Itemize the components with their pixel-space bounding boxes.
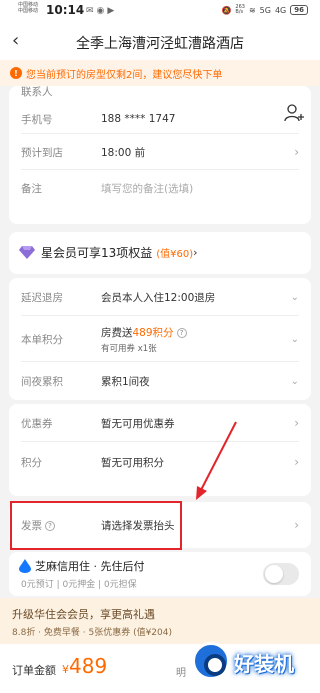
sesame-sub: 0元预订 | 0元押金 | 0元担保 — [21, 580, 137, 590]
carrier-info: 中国移动 中国移动 — [18, 2, 38, 14]
nights-row[interactable]: 间夜累积 累积1间夜 ⌄ — [9, 362, 311, 400]
message-icon: ✉ — [86, 6, 97, 16]
order-amount: ¥489 — [62, 654, 107, 678]
chevron-right-icon: › — [294, 518, 299, 532]
contact-row[interactable]: 联系人 — [9, 86, 311, 104]
watermark: 好装机 — [184, 636, 320, 692]
chevron-down-icon: ⌄ — [290, 333, 299, 345]
benefits-card: 延迟退房 会员本人入住12:00退房 ⌄ 本单积分 房费送489积分? 有可用券… — [9, 278, 311, 400]
arrival-label: 预计到店 — [21, 146, 63, 159]
points-label: 本单积分 — [21, 333, 63, 346]
note-input[interactable]: 填写您的备注(选填) — [101, 181, 193, 196]
amount-label: 订单金额 — [12, 664, 56, 677]
points-highlight: 489积分 — [132, 326, 174, 339]
notice-text: 您当前预订的房型仅剩2间，建议您尽快下单 — [26, 69, 223, 81]
upsell-line: 8.8折 · 免费早餐 · 5张优惠券 (值¥204) — [12, 628, 172, 638]
note-label: 备注 — [21, 182, 42, 195]
late-checkout-row[interactable]: 延迟退房 会员本人入住12:00退房 ⌄ — [9, 278, 311, 316]
signal-4g: 4G — [274, 5, 287, 15]
coupon-row[interactable]: 优惠券 暂无可用优惠券 › — [9, 404, 311, 442]
chevron-right-icon: › — [193, 245, 198, 259]
nav-bar: ‹ 全季上海漕河泾虹漕路酒店 — [0, 24, 320, 60]
coupon-value: 暂无可用优惠券 — [101, 417, 175, 430]
points-use-value: 暂无可用积分 — [101, 456, 164, 469]
sesame-title: 芝麻信用住 · 先住后付 — [35, 560, 145, 573]
contact-label: 联系人 — [21, 86, 53, 98]
chevron-right-icon: › — [294, 416, 299, 430]
low-stock-notice: ! 您当前预订的房型仅剩2间，建议您尽快下单 — [0, 60, 320, 86]
watermark-text: 好装机 — [234, 652, 294, 676]
late-checkout-label: 延迟退房 — [21, 291, 63, 304]
chevron-down-icon: ⌄ — [290, 375, 299, 387]
points-prefix: 房费送 — [101, 326, 133, 339]
discounts-card: 优惠券 暂无可用优惠券 › 积分 暂无可用积分 › — [9, 404, 311, 496]
points-info: 房费送489积分? 有可用券 x1张 — [101, 325, 187, 354]
chevron-down-icon: ⌄ — [290, 291, 299, 303]
toggle-knob — [265, 565, 283, 583]
upsell-title: 升级华住会会员，享更高礼遇 — [12, 608, 155, 621]
phone-row[interactable]: 手机号 188 **** 1747 — [9, 104, 311, 134]
highlight-box — [10, 501, 182, 550]
membership-row[interactable]: 星会员可享13项权益 (值¥60) › — [9, 232, 311, 272]
arrival-value: 18:00 前 — [101, 146, 146, 159]
nights-label: 间夜累积 — [21, 375, 63, 388]
diamond-icon — [19, 246, 35, 259]
sesame-toggle[interactable] — [263, 563, 299, 585]
status-bar: 中国移动 中国移动 10:14 ✉◉▶ 🔕 263 B/s ≋ 5G 4G 96 — [0, 0, 320, 24]
camera-icon: ◉ — [96, 6, 108, 16]
sesame-credit-card: 芝麻信用住 · 先住后付 0元预订 | 0元押金 | 0元担保 — [9, 552, 311, 596]
add-contact-icon[interactable] — [283, 102, 305, 124]
membership-value: (值¥60) — [156, 248, 194, 260]
alert-icon: ! — [10, 67, 22, 79]
points-use-label: 积分 — [21, 456, 42, 469]
coupon-label: 优惠券 — [21, 417, 53, 430]
late-checkout-value: 会员本人入住12:00退房 — [101, 291, 216, 304]
status-right: 🔕 263 B/s ≋ 5G 4G 96 — [221, 5, 308, 15]
watermark-logo-icon — [192, 642, 230, 680]
status-time: 10:14 — [46, 3, 85, 17]
chevron-right-icon: › — [294, 455, 299, 469]
guest-info-card: 联系人 手机号 188 **** 1747 预计到店 18:00 前 › 备注 … — [9, 86, 311, 224]
chevron-right-icon: › — [294, 145, 299, 159]
signal-5g: 5G — [259, 5, 271, 15]
amount-value: 489 — [69, 654, 108, 678]
battery-icon: 96 — [290, 5, 308, 15]
help-icon[interactable]: ? — [176, 327, 187, 338]
page-title: 全季上海漕河泾虹漕路酒店 — [76, 36, 244, 52]
note-row[interactable]: 备注 填写您的备注(选填) — [9, 170, 311, 206]
membership-title: 星会员可享13项权益 — [41, 245, 153, 260]
membership-card[interactable]: 星会员可享13项权益 (值¥60) › — [9, 232, 311, 274]
arrival-row[interactable]: 预计到店 18:00 前 › — [9, 134, 311, 170]
points-use-row[interactable]: 积分 暂无可用积分 › — [9, 442, 311, 482]
points-row[interactable]: 本单积分 房费送489积分? 有可用券 x1张 ⌄ — [9, 316, 311, 362]
mute-icon: 🔕 — [221, 5, 232, 15]
currency-symbol: ¥ — [62, 663, 69, 676]
play-icon: ▶ — [107, 6, 118, 16]
net-speed-unit: B/s — [235, 9, 244, 15]
water-drop-icon — [19, 559, 31, 573]
carrier-2: 中国移动 — [18, 8, 39, 14]
phone-label: 手机号 — [21, 113, 53, 126]
nights-value: 累积1间夜 — [101, 375, 150, 388]
wifi-icon: ≋ — [248, 5, 256, 15]
coupon-sub: 有可用券 x1张 — [101, 343, 157, 354]
notification-icons: ✉◉▶ — [86, 6, 117, 16]
net-speed: 263 B/s — [235, 5, 245, 15]
phone-value: 188 **** 1747 — [101, 113, 176, 125]
